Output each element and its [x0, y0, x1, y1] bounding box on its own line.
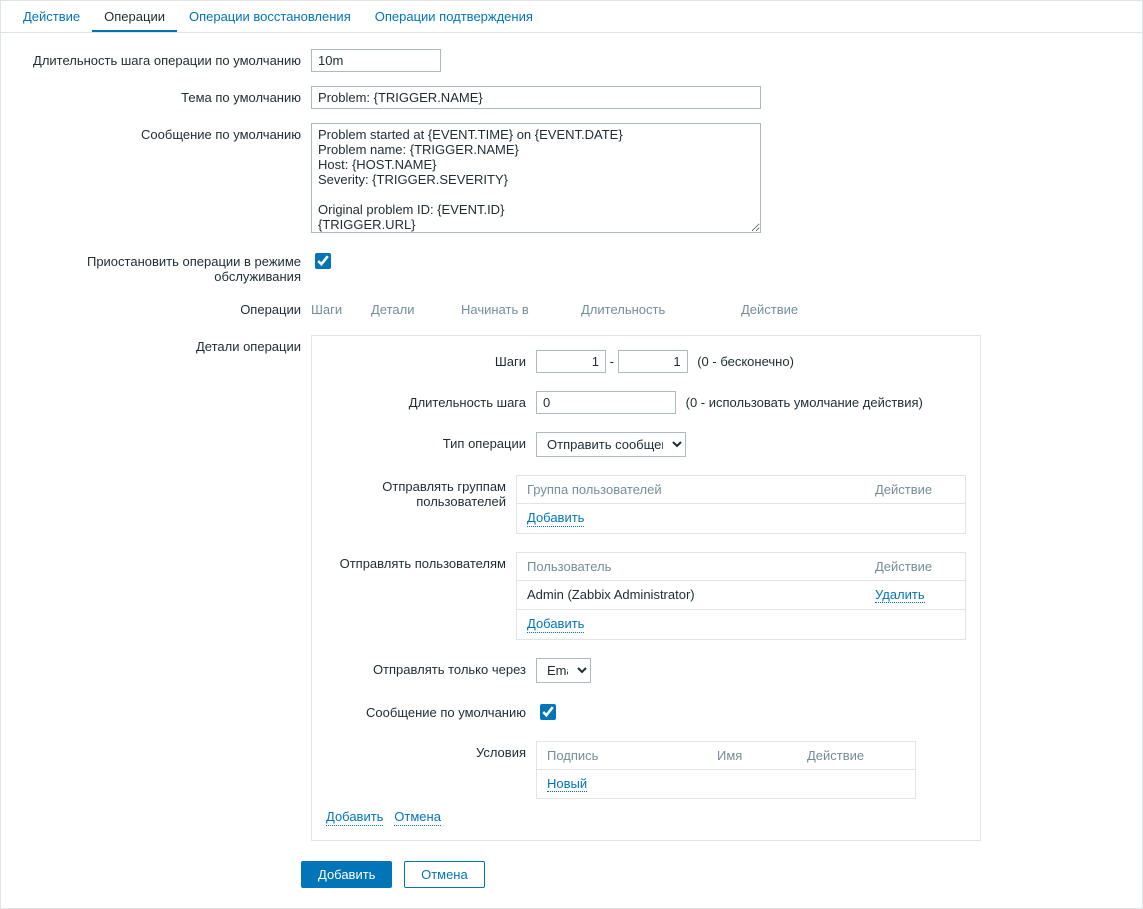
- step-duration-hint: (0 - использовать умолчание действия): [686, 395, 923, 410]
- link-delete-user[interactable]: Удалить: [875, 587, 925, 604]
- label-operation-details: Детали операции: [11, 335, 311, 354]
- col-duration: Длительность: [581, 302, 741, 317]
- tab-action[interactable]: Действие: [11, 1, 92, 32]
- step-dash: -: [610, 354, 618, 369]
- operations-form: Длительность шага операции по умолчанию …: [1, 33, 1142, 908]
- operations-table-header: Шаги Детали Начинать в Длительность Дейс…: [311, 298, 1132, 321]
- link-detail-add[interactable]: Добавить: [326, 809, 383, 826]
- label-default-step-duration: Длительность шага операции по умолчанию: [11, 49, 311, 68]
- col-action: Действие: [741, 302, 798, 317]
- input-default-step-duration[interactable]: [311, 49, 441, 72]
- col-steps: Шаги: [311, 302, 371, 317]
- tab-bar: Действие Операции Операции восстановлени…: [1, 1, 1142, 33]
- col-cond-sign: Подпись: [547, 748, 717, 763]
- col-group-action: Действие: [875, 482, 955, 497]
- user-groups-table: Группа пользователей Действие Добавить: [516, 475, 966, 534]
- checkbox-pause-maintenance[interactable]: [315, 253, 331, 269]
- link-add-user[interactable]: Добавить: [527, 616, 584, 633]
- tab-ack[interactable]: Операции подтверждения: [363, 1, 545, 32]
- label-send-users: Отправлять пользователям: [326, 552, 516, 571]
- col-cond-name: Имя: [717, 748, 807, 763]
- label-default-subject: Тема по умолчанию: [11, 86, 311, 105]
- col-user-action: Действие: [875, 559, 955, 574]
- steps-hint: (0 - бесконечно): [697, 354, 794, 369]
- button-cancel[interactable]: Отмена: [404, 861, 485, 888]
- link-add-user-group[interactable]: Добавить: [527, 510, 584, 527]
- operation-details-actions: Добавить Отмена: [326, 809, 966, 826]
- button-add[interactable]: Добавить: [301, 861, 392, 888]
- input-step-to[interactable]: [618, 350, 688, 373]
- user-row: Admin (Zabbix Administrator) Удалить: [517, 581, 965, 611]
- users-table: Пользователь Действие Admin (Zabbix Admi…: [516, 552, 966, 640]
- label-send-user-groups: Отправлять группам пользователей: [326, 475, 516, 509]
- tab-operations[interactable]: Операции: [92, 1, 177, 32]
- input-step-duration[interactable]: [536, 391, 676, 414]
- operation-details-box: Шаги - (0 - бесконечно) Длительность шаг…: [311, 335, 981, 841]
- form-footer-buttons: Добавить Отмена: [301, 861, 1132, 888]
- label-default-message-chk: Сообщение по умолчанию: [326, 701, 536, 720]
- label-pause-maintenance: Приостановить операции в режиме обслужив…: [11, 250, 311, 284]
- col-user-group: Группа пользователей: [527, 482, 875, 497]
- conditions-table: Подпись Имя Действие Новый: [536, 741, 916, 800]
- textarea-default-message[interactable]: Problem started at {EVENT.TIME} on {EVEN…: [311, 123, 761, 233]
- select-send-only-via[interactable]: Email: [536, 658, 591, 683]
- action-config-page: Действие Операции Операции восстановлени…: [0, 0, 1143, 909]
- label-conditions: Условия: [326, 741, 536, 760]
- label-default-message: Сообщение по умолчанию: [11, 123, 311, 142]
- col-start-in: Начинать в: [461, 302, 581, 317]
- user-name: Admin (Zabbix Administrator): [527, 587, 875, 604]
- col-details: Детали: [371, 302, 461, 317]
- label-operation-type: Тип операции: [326, 432, 536, 451]
- label-send-only-via: Отправлять только через: [326, 658, 536, 677]
- label-steps: Шаги: [326, 350, 536, 369]
- label-step-duration: Длительность шага: [326, 391, 536, 410]
- input-default-subject[interactable]: [311, 86, 761, 109]
- label-operations: Операции: [11, 298, 311, 317]
- link-detail-cancel[interactable]: Отмена: [394, 809, 441, 826]
- input-step-from[interactable]: [536, 350, 606, 373]
- link-new-condition[interactable]: Новый: [547, 776, 587, 793]
- checkbox-default-message[interactable]: [540, 704, 556, 720]
- select-operation-type[interactable]: Отправить сообщение: [536, 432, 686, 457]
- col-user: Пользователь: [527, 559, 875, 574]
- tab-recovery[interactable]: Операции восстановления: [177, 1, 363, 32]
- col-cond-action: Действие: [807, 748, 905, 763]
